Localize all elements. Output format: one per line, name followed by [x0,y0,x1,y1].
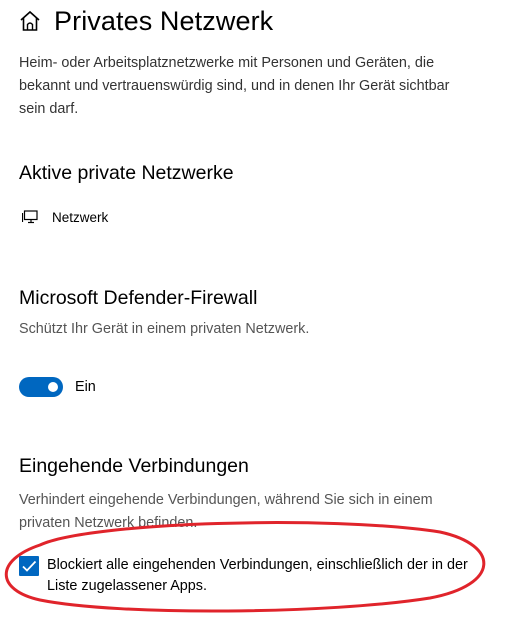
block-incoming-checkbox[interactable] [19,556,39,576]
firewall-description: Schützt Ihr Gerät in einem privaten Netz… [19,321,310,337]
toggle-state-label: Ein [75,379,96,395]
pc-monitor-icon [21,210,38,224]
network-name: Netzwerk [52,209,109,225]
page-header: Privates Netzwerk [19,4,273,38]
toggle-knob [48,382,58,392]
incoming-description: Verhindert eingehende Verbindungen, währ… [19,492,433,531]
firewall-toggle-row: Ein [19,376,96,398]
active-networks-heading: Aktive private Netzwerke [19,162,234,184]
block-incoming-label: Blockiert alle eingehenden Verbindungen,… [47,557,468,594]
page-title: Privates Netzwerk [54,5,274,36]
firewall-heading: Microsoft Defender-Firewall [19,287,258,309]
incoming-heading: Eingehende Verbindungen [19,455,249,477]
block-incoming-row: Blockiert alle eingehenden Verbindungen,… [19,555,479,597]
firewall-toggle[interactable] [19,377,63,397]
settings-page: Privates Netzwerk Heim- oder Arbeitsplat… [0,0,505,624]
page-description: Heim- oder Arbeitsplatznetzwerke mit Per… [19,55,450,117]
home-icon [19,10,41,32]
network-item[interactable]: Netzwerk [21,207,109,227]
